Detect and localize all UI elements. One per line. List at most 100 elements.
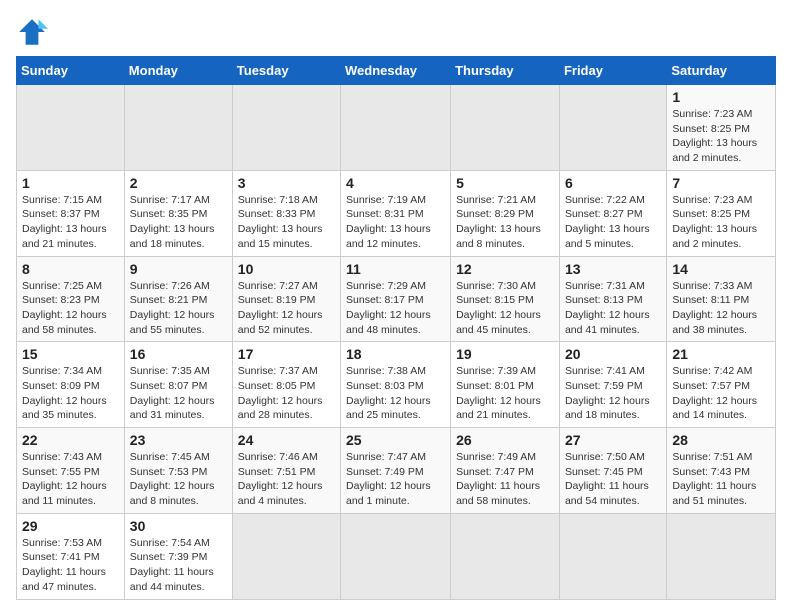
calendar-cell: 11 Sunrise: 7:29 AMSunset: 8:17 PMDaylig…: [341, 256, 451, 342]
calendar-week-5: 22 Sunrise: 7:43 AMSunset: 7:55 PMDaylig…: [17, 428, 776, 514]
day-info: Sunrise: 7:23 AMSunset: 8:25 PMDaylight:…: [672, 194, 757, 250]
column-header-sunday: Sunday: [17, 57, 125, 85]
day-info: Sunrise: 7:22 AMSunset: 8:27 PMDaylight:…: [565, 194, 650, 250]
calendar-cell: 6 Sunrise: 7:22 AMSunset: 8:27 PMDayligh…: [559, 170, 666, 256]
calendar-cell: 25 Sunrise: 7:47 AMSunset: 7:49 PMDaylig…: [341, 428, 451, 514]
day-number: 22: [22, 432, 119, 448]
day-number: 15: [22, 346, 119, 362]
column-header-friday: Friday: [559, 57, 666, 85]
calendar-cell: 17 Sunrise: 7:37 AMSunset: 8:05 PMDaylig…: [232, 342, 340, 428]
day-info: Sunrise: 7:37 AMSunset: 8:05 PMDaylight:…: [238, 365, 323, 421]
calendar-cell: 5 Sunrise: 7:21 AMSunset: 8:29 PMDayligh…: [451, 170, 560, 256]
header-row: SundayMondayTuesdayWednesdayThursdayFrid…: [17, 57, 776, 85]
logo: [16, 16, 52, 48]
day-number: 21: [672, 346, 770, 362]
day-number: 4: [346, 175, 445, 191]
day-info: Sunrise: 7:26 AMSunset: 8:21 PMDaylight:…: [130, 280, 215, 336]
day-number: 2: [130, 175, 227, 191]
day-number: 18: [346, 346, 445, 362]
day-info: Sunrise: 7:43 AMSunset: 7:55 PMDaylight:…: [22, 451, 107, 507]
page-header: [16, 16, 776, 48]
day-info: Sunrise: 7:33 AMSunset: 8:11 PMDaylight:…: [672, 280, 757, 336]
day-info: Sunrise: 7:19 AMSunset: 8:31 PMDaylight:…: [346, 194, 431, 250]
calendar-cell: [232, 513, 340, 599]
day-info: Sunrise: 7:35 AMSunset: 8:07 PMDaylight:…: [130, 365, 215, 421]
calendar-cell: 16 Sunrise: 7:35 AMSunset: 8:07 PMDaylig…: [124, 342, 232, 428]
calendar-week-2: 1 Sunrise: 7:15 AMSunset: 8:37 PMDayligh…: [17, 170, 776, 256]
calendar-cell: 21 Sunrise: 7:42 AMSunset: 7:57 PMDaylig…: [667, 342, 776, 428]
calendar-week-6: 29 Sunrise: 7:53 AMSunset: 7:41 PMDaylig…: [17, 513, 776, 599]
day-info: Sunrise: 7:46 AMSunset: 7:51 PMDaylight:…: [238, 451, 323, 507]
calendar-cell: 8 Sunrise: 7:25 AMSunset: 8:23 PMDayligh…: [17, 256, 125, 342]
day-number: 30: [130, 518, 227, 534]
logo-icon: [16, 16, 48, 48]
column-header-monday: Monday: [124, 57, 232, 85]
calendar-cell: 26 Sunrise: 7:49 AMSunset: 7:47 PMDaylig…: [451, 428, 560, 514]
day-number: 1: [672, 89, 770, 105]
calendar-cell: 9 Sunrise: 7:26 AMSunset: 8:21 PMDayligh…: [124, 256, 232, 342]
column-header-tuesday: Tuesday: [232, 57, 340, 85]
calendar-cell: [341, 85, 451, 171]
calendar-cell: 14 Sunrise: 7:33 AMSunset: 8:11 PMDaylig…: [667, 256, 776, 342]
day-info: Sunrise: 7:38 AMSunset: 8:03 PMDaylight:…: [346, 365, 431, 421]
day-number: 6: [565, 175, 661, 191]
column-header-wednesday: Wednesday: [341, 57, 451, 85]
calendar-cell: 13 Sunrise: 7:31 AMSunset: 8:13 PMDaylig…: [559, 256, 666, 342]
day-number: 1: [22, 175, 119, 191]
day-info: Sunrise: 7:27 AMSunset: 8:19 PMDaylight:…: [238, 280, 323, 336]
calendar-cell: 28 Sunrise: 7:51 AMSunset: 7:43 PMDaylig…: [667, 428, 776, 514]
calendar-week-4: 15 Sunrise: 7:34 AMSunset: 8:09 PMDaylig…: [17, 342, 776, 428]
day-number: 24: [238, 432, 335, 448]
day-number: 12: [456, 261, 554, 277]
day-number: 10: [238, 261, 335, 277]
calendar-cell: 30 Sunrise: 7:54 AMSunset: 7:39 PMDaylig…: [124, 513, 232, 599]
day-number: 13: [565, 261, 661, 277]
day-number: 27: [565, 432, 661, 448]
day-number: 9: [130, 261, 227, 277]
calendar-cell: 22 Sunrise: 7:43 AMSunset: 7:55 PMDaylig…: [17, 428, 125, 514]
day-info: Sunrise: 7:30 AMSunset: 8:15 PMDaylight:…: [456, 280, 541, 336]
day-info: Sunrise: 7:23 AMSunset: 8:25 PMDaylight:…: [672, 108, 757, 164]
day-number: 17: [238, 346, 335, 362]
day-info: Sunrise: 7:53 AMSunset: 7:41 PMDaylight:…: [22, 537, 106, 593]
column-header-thursday: Thursday: [451, 57, 560, 85]
calendar-cell: 4 Sunrise: 7:19 AMSunset: 8:31 PMDayligh…: [341, 170, 451, 256]
day-number: 5: [456, 175, 554, 191]
day-number: 3: [238, 175, 335, 191]
day-info: Sunrise: 7:42 AMSunset: 7:57 PMDaylight:…: [672, 365, 757, 421]
day-info: Sunrise: 7:25 AMSunset: 8:23 PMDaylight:…: [22, 280, 107, 336]
calendar-cell: [667, 513, 776, 599]
calendar-cell: [124, 85, 232, 171]
calendar-cell: 24 Sunrise: 7:46 AMSunset: 7:51 PMDaylig…: [232, 428, 340, 514]
day-info: Sunrise: 7:31 AMSunset: 8:13 PMDaylight:…: [565, 280, 650, 336]
calendar-cell: [451, 513, 560, 599]
day-number: 7: [672, 175, 770, 191]
calendar-cell: 15 Sunrise: 7:34 AMSunset: 8:09 PMDaylig…: [17, 342, 125, 428]
calendar-cell: [559, 85, 666, 171]
calendar-cell: 18 Sunrise: 7:38 AMSunset: 8:03 PMDaylig…: [341, 342, 451, 428]
calendar-cell: 27 Sunrise: 7:50 AMSunset: 7:45 PMDaylig…: [559, 428, 666, 514]
day-info: Sunrise: 7:50 AMSunset: 7:45 PMDaylight:…: [565, 451, 649, 507]
day-info: Sunrise: 7:18 AMSunset: 8:33 PMDaylight:…: [238, 194, 323, 250]
day-number: 16: [130, 346, 227, 362]
calendar-cell: 29 Sunrise: 7:53 AMSunset: 7:41 PMDaylig…: [17, 513, 125, 599]
calendar-cell: [17, 85, 125, 171]
day-info: Sunrise: 7:54 AMSunset: 7:39 PMDaylight:…: [130, 537, 214, 593]
day-info: Sunrise: 7:15 AMSunset: 8:37 PMDaylight:…: [22, 194, 107, 250]
calendar-cell: [559, 513, 666, 599]
day-info: Sunrise: 7:49 AMSunset: 7:47 PMDaylight:…: [456, 451, 540, 507]
calendar-cell: 23 Sunrise: 7:45 AMSunset: 7:53 PMDaylig…: [124, 428, 232, 514]
calendar-cell: 2 Sunrise: 7:17 AMSunset: 8:35 PMDayligh…: [124, 170, 232, 256]
calendar-week-1: 1 Sunrise: 7:23 AMSunset: 8:25 PMDayligh…: [17, 85, 776, 171]
calendar-cell: [341, 513, 451, 599]
day-info: Sunrise: 7:47 AMSunset: 7:49 PMDaylight:…: [346, 451, 431, 507]
calendar-table: SundayMondayTuesdayWednesdayThursdayFrid…: [16, 56, 776, 600]
calendar-cell: 20 Sunrise: 7:41 AMSunset: 7:59 PMDaylig…: [559, 342, 666, 428]
calendar-week-3: 8 Sunrise: 7:25 AMSunset: 8:23 PMDayligh…: [17, 256, 776, 342]
calendar-cell: 12 Sunrise: 7:30 AMSunset: 8:15 PMDaylig…: [451, 256, 560, 342]
column-header-saturday: Saturday: [667, 57, 776, 85]
day-number: 28: [672, 432, 770, 448]
calendar-cell: 10 Sunrise: 7:27 AMSunset: 8:19 PMDaylig…: [232, 256, 340, 342]
day-number: 20: [565, 346, 661, 362]
day-info: Sunrise: 7:41 AMSunset: 7:59 PMDaylight:…: [565, 365, 650, 421]
